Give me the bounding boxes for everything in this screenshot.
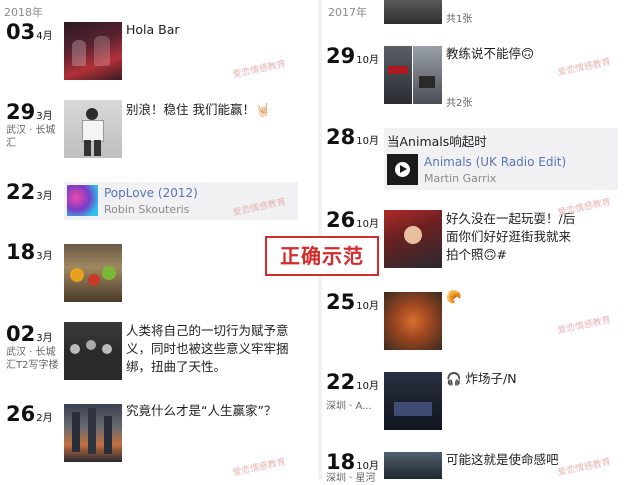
share-artist: Martin Garrix xyxy=(424,172,497,185)
share-title: Animals (UK Radio Edit) xyxy=(424,155,567,169)
entry-text: 🎧 炸场子/N xyxy=(446,371,517,386)
photo-thumbnail[interactable] xyxy=(64,22,122,80)
correct-example-badge: 正确示范 xyxy=(265,236,379,276)
photo-thumbnail[interactable] xyxy=(64,322,122,380)
photo-thumbnail[interactable] xyxy=(384,46,412,104)
entry-date: 1810月 xyxy=(326,450,379,474)
entry-text: 究竟什么才是“人生赢家”？ xyxy=(126,403,277,418)
play-icon[interactable] xyxy=(395,162,410,177)
photo-thumbnail[interactable] xyxy=(64,244,122,302)
photo-thumbnail[interactable] xyxy=(384,0,442,24)
year-label: 2018年 xyxy=(4,6,43,19)
photo-thumbnail[interactable] xyxy=(384,452,442,479)
entry-text: 教练说不能停🙃 xyxy=(446,46,535,61)
entry-location: 深圳 · A... xyxy=(326,401,372,412)
album-cover xyxy=(67,185,98,216)
entry-date: 2210月 xyxy=(326,370,379,394)
photo-thumbnail[interactable] xyxy=(413,46,442,104)
entry-date: 183月 xyxy=(6,240,53,264)
entry-date: 023月 xyxy=(6,322,53,346)
entry-date: 223月 xyxy=(6,180,53,204)
entry-text: 人类将自己的一切行为赋予意义，同时也被这些意义牢牢捆绑，扭曲了天性。 xyxy=(126,323,289,374)
entry-date: 2810月 xyxy=(326,125,379,149)
photo-thumbnail[interactable] xyxy=(384,372,442,430)
photo-thumbnail[interactable] xyxy=(384,292,442,350)
entry-date: 2510月 xyxy=(326,290,379,314)
entry-text: 🥐 xyxy=(446,289,462,304)
entry-location: 武汉 · 长城汇T2写字楼 xyxy=(6,347,59,371)
entry-text: 别浪！稳住 我们能赢！🤘🏻 xyxy=(126,102,271,117)
entry-text: Hola Bar xyxy=(126,22,180,37)
entry-date: 2610月 xyxy=(326,208,379,232)
entry-text: 可能这就是使命感吧 xyxy=(446,452,559,467)
album-cover xyxy=(387,154,418,185)
share-artist: Robin Skouteris xyxy=(104,203,190,216)
entry-date: 262月 xyxy=(6,402,53,426)
photo-thumbnail[interactable] xyxy=(384,210,442,268)
photo-count: 共2张 xyxy=(446,98,473,109)
share-caption: 当Animals响起时 xyxy=(387,134,487,149)
share-title: PopLove (2012) xyxy=(104,186,198,200)
music-share-card[interactable]: 当Animals响起时 Animals (UK Radio Edit) Mart… xyxy=(384,128,618,190)
photo-thumbnail[interactable] xyxy=(64,100,122,158)
entry-text: 好久没在一起玩耍！/后面你们好好逛街我就来拍个照🙃# xyxy=(446,211,576,262)
entry-date: 293月 xyxy=(6,100,53,124)
entry-location: 武汉 · 长城汇 xyxy=(6,125,56,149)
photo-thumbnail[interactable] xyxy=(64,404,122,462)
photo-count: 共1张 xyxy=(446,14,473,25)
entry-date: 034月 xyxy=(6,20,53,44)
entry-date: 2910月 xyxy=(326,44,379,68)
year-label: 2017年 xyxy=(328,6,367,19)
